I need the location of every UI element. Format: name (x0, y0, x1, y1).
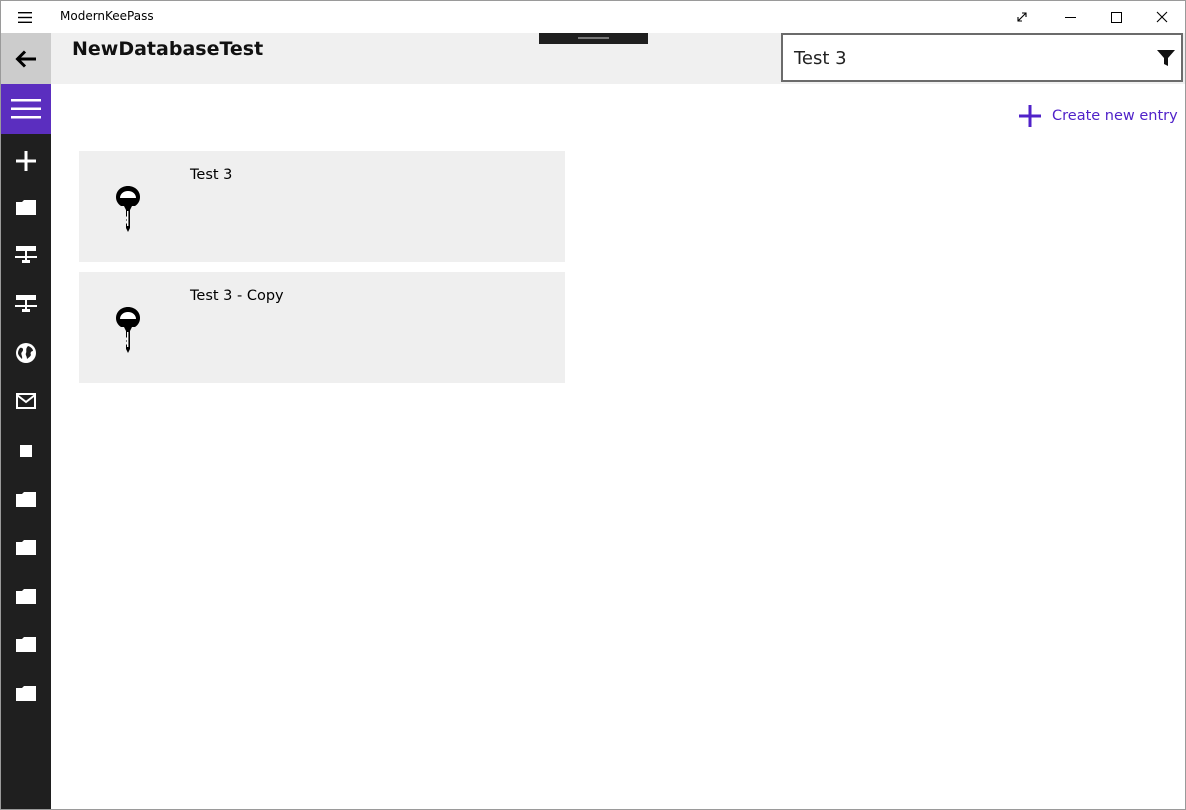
folder-icon (16, 686, 36, 701)
folder-icon (16, 492, 36, 507)
create-entry-button[interactable]: Create new entry (1019, 104, 1178, 128)
hamburger-button[interactable] (1, 84, 51, 134)
globe-icon (16, 343, 36, 363)
folder-icon (16, 637, 36, 652)
nav-item-folder-5[interactable] (1, 620, 51, 668)
key-icon (115, 306, 141, 358)
fullscreen-button[interactable] (999, 1, 1045, 33)
list-item[interactable]: Test 3 - Copy (79, 272, 565, 383)
nav-item-folder-6[interactable] (1, 669, 51, 717)
hamburger-icon (11, 99, 41, 119)
entry-title: Test 3 - Copy (190, 288, 284, 304)
nav-item-add[interactable] (1, 137, 51, 185)
search-value[interactable]: Test 3 (794, 48, 847, 69)
maximize-button[interactable] (1093, 1, 1139, 33)
add-icon (1019, 105, 1041, 127)
nav-item-folder-1[interactable] (1, 183, 51, 231)
add-icon (16, 151, 36, 171)
maximize-icon (1110, 11, 1122, 23)
nav-item-folder-2[interactable] (1, 475, 51, 523)
minimize-button[interactable] (1047, 1, 1093, 33)
minimize-icon (1064, 16, 1076, 18)
network-icon (15, 295, 37, 312)
list-item[interactable]: Test 3 (79, 151, 565, 262)
search-input[interactable]: Test 3 (781, 33, 1183, 82)
create-entry-label: Create new entry (1052, 108, 1178, 124)
fullscreen-icon (1017, 12, 1027, 22)
mail-icon (16, 393, 36, 409)
app-title: ModernKeePass (60, 9, 154, 23)
entry-title: Test 3 (190, 167, 233, 183)
window-menu-icon[interactable] (13, 9, 37, 25)
close-icon (1156, 11, 1168, 23)
nav-item-globe[interactable] (1, 329, 51, 377)
network-icon (15, 246, 37, 263)
close-button[interactable] (1139, 1, 1185, 33)
stop-icon (20, 445, 32, 457)
key-icon (115, 185, 141, 237)
back-button[interactable] (1, 33, 51, 84)
nav-item-mail[interactable] (1, 377, 51, 425)
nav-item-stop[interactable] (1, 427, 51, 475)
title-bar: ModernKeePass (1, 1, 1185, 33)
nav-item-network-1[interactable] (1, 232, 51, 280)
app-window: ModernKeePass NewDatabaseTest Test 3 Cre… (0, 0, 1186, 810)
nav-rail (1, 33, 51, 809)
nav-item-folder-4[interactable] (1, 572, 51, 620)
page-title: NewDatabaseTest (72, 38, 264, 60)
filter-icon[interactable] (1157, 49, 1175, 71)
drag-handle[interactable] (539, 33, 648, 44)
nav-item-network-2[interactable] (1, 281, 51, 329)
nav-item-folder-3[interactable] (1, 523, 51, 571)
back-arrow-icon (15, 49, 36, 68)
folder-icon (16, 200, 36, 215)
folder-icon (16, 589, 36, 604)
page-header: NewDatabaseTest Test 3 (51, 33, 1185, 84)
folder-icon (16, 540, 36, 555)
